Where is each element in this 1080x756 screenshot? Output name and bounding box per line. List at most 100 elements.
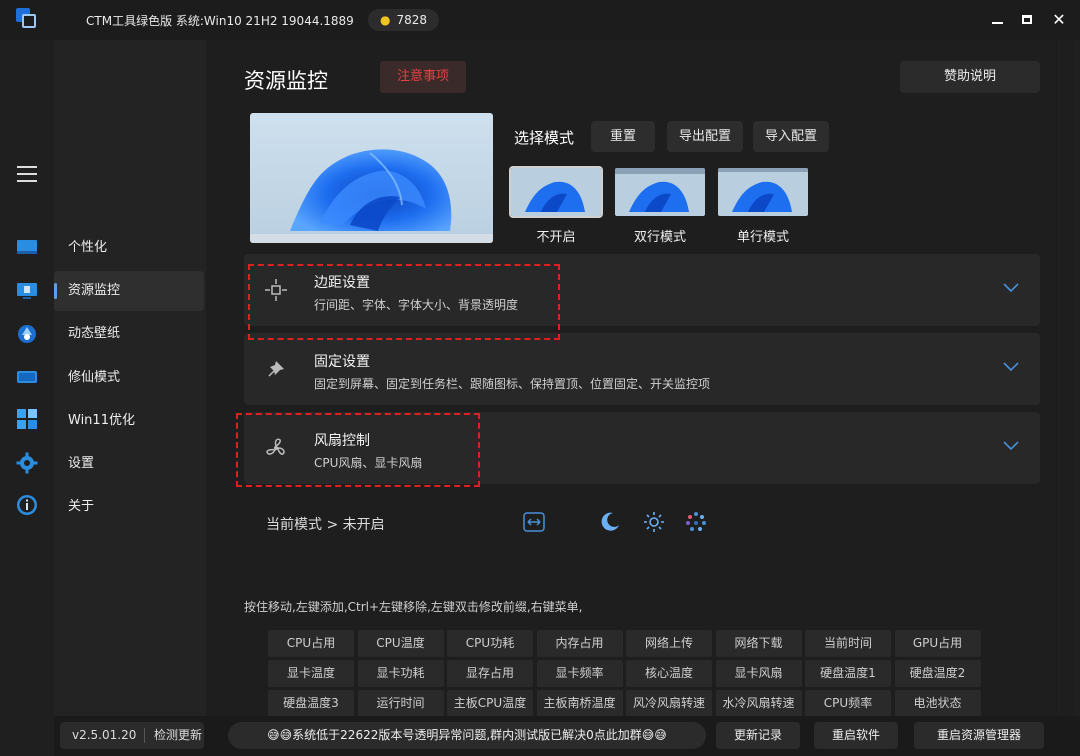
chevron-down-icon[interactable] [1002,282,1020,294]
personalize-icon[interactable] [16,236,38,258]
monitor-icon[interactable] [16,280,38,302]
monitor-item-chip[interactable]: 核心温度 [626,660,712,687]
sidebar-nav: 个性化 资源监控 动态壁纸 修仙模式 Win11优化 设置 关于 [54,40,206,716]
monitor-item-chip[interactable]: 水冷风扇转速 [715,690,802,716]
maximize-icon [1022,14,1032,24]
margin-icon [265,279,287,301]
page-title: 资源监控 [244,69,328,93]
sidebar-item-resource-monitor[interactable]: 资源监控 [54,271,204,311]
usage-hint: 按住移动,左键添加,Ctrl+左键移除,左键双击修改前缀,右键菜单, [244,600,583,614]
title-badge: ● 7828 [368,9,440,31]
sidebar-item-about[interactable]: 关于 [54,487,204,527]
restart-explorer-button[interactable]: 重启资源管理器 [914,722,1044,749]
window-title: CTM工具绿色版 系统:Win10 21H2 19044.1889 [86,14,354,28]
panel-title: 固定设置 [314,354,370,370]
mode-caption-double-row: 双行模式 [633,230,686,245]
check-update-button[interactable]: 检测更新 [154,722,202,749]
version-label: v2.5.01.20 [72,728,137,742]
monitor-item-chip[interactable]: 电池状态 [894,690,981,716]
reset-button[interactable]: 重置 [591,121,655,152]
color-palette-icon[interactable] [684,510,708,534]
monitor-item-chip[interactable]: CPU功耗 [447,630,533,657]
close-button[interactable]: ✕ [1046,6,1072,32]
monitor-item-chip[interactable]: 内存占用 [536,630,623,657]
mode-thumb-single-row[interactable] [718,168,808,216]
sidebar-item-immortal-mode[interactable]: 修仙模式 [54,358,204,398]
main-content: 资源监控 注意事项 赞助说明 选择模式 重置 导出配置 导入配置 不开启 双行模… [206,40,1058,716]
version-box: v2.5.01.20 检测更新 [60,722,204,749]
monitor-item-chip[interactable]: 主板CPU温度 [447,690,533,716]
sidebar-item-personalize[interactable]: 个性化 [54,228,204,268]
margin-settings-panel[interactable]: 边距设置 行间距、字体、字体大小、背景透明度 [244,254,1040,326]
bloom-wallpaper-image [290,149,452,231]
scrollbar[interactable] [1060,40,1074,716]
wallpaper-icon[interactable] [16,322,38,344]
settings-gear-icon[interactable] [16,452,38,474]
chevron-down-icon[interactable] [1002,361,1020,373]
monitor-item-chip[interactable]: 硬盘温度1 [805,660,891,687]
icon-rail [0,40,54,756]
monitor-item-chip[interactable]: CPU频率 [805,690,891,716]
group-notice-banner[interactable]: 😅😅系统低于22622版本号透明异常问题,群内测试版已解决0点此加群😅😅 [228,722,706,749]
expand-width-icon[interactable] [522,510,546,534]
monitor-item-chip[interactable]: 显存占用 [447,660,533,687]
monitor-item-chip[interactable]: 网络上传 [626,630,712,657]
chevron-down-icon[interactable] [1002,440,1020,452]
monitor-item-chip[interactable]: 网络下载 [715,630,802,657]
fan-icon [266,438,285,455]
monitor-item-chip[interactable]: 显卡频率 [536,660,623,687]
bottom-bar: v2.5.01.20 检测更新 😅😅系统低于22622版本号透明异常问题,群内测… [54,716,1080,756]
sidebar-item-dynamic-wallpaper[interactable]: 动态壁纸 [54,314,204,354]
minimize-icon [991,22,1003,24]
monitor-item-chip[interactable]: 硬盘温度2 [894,660,981,687]
current-mode-label: 当前模式 > 未开启 [266,517,385,533]
monitor-item-chip[interactable]: 风冷风扇转速 [626,690,712,716]
preview-taskbar [250,234,493,243]
close-icon: ✕ [1052,9,1066,29]
panel-subtitle: 行间距、字体、字体大小、背景透明度 [314,298,519,312]
update-log-button[interactable]: 更新记录 [716,722,800,749]
monitor-item-chip[interactable]: CPU占用 [268,630,354,657]
about-info-icon[interactable] [16,494,38,516]
panel-subtitle: 固定到屏幕、固定到任务栏、跟随图标、保持置顶、位置固定、开关监控项 [314,377,711,391]
restart-software-button[interactable]: 重启软件 [814,722,898,749]
monitor-item-chip[interactable]: 显卡风扇 [715,660,802,687]
notice-button[interactable]: 注意事项 [380,61,466,93]
light-mode-sun-icon[interactable] [642,510,666,534]
monitor-item-chip[interactable]: 运行时间 [357,690,444,716]
title-badge-value: 7828 [396,13,428,27]
mode-caption-single-row: 单行模式 [736,230,789,245]
dark-mode-moon-icon[interactable] [598,510,622,534]
mode-thumb-double-row[interactable] [615,168,705,216]
monitor-item-chip[interactable]: 主板南桥温度 [536,690,623,716]
monitor-item-chip[interactable]: 显卡功耗 [357,660,444,687]
export-config-button[interactable]: 导出配置 [667,121,743,152]
wallpaper-preview [250,113,493,243]
monitor-item-chip[interactable]: 硬盘温度3 [268,690,354,716]
sidebar-item-settings[interactable]: 设置 [54,444,204,484]
mode-select-label: 选择模式 [514,129,575,147]
pin-icon [268,361,284,377]
mode-caption-off: 不开启 [536,230,576,245]
monitor-item-chip[interactable]: 显卡温度 [268,660,354,687]
pin-settings-panel[interactable]: 固定设置 固定到屏幕、固定到任务栏、跟随图标、保持置顶、位置固定、开关监控项 [244,333,1040,405]
monitor-item-chip[interactable]: GPU占用 [894,630,981,657]
sponsor-info-button[interactable]: 赞助说明 [900,61,1040,93]
sidebar-item-win11-optimize[interactable]: Win11优化 [54,401,204,441]
monitor-item-chip[interactable]: CPU温度 [357,630,444,657]
import-config-button[interactable]: 导入配置 [753,121,829,152]
monitor-item-chip[interactable]: 当前时间 [805,630,891,657]
fan-control-panel[interactable]: 风扇控制 CPU风扇、显卡风扇 [244,412,1040,484]
mode-thumb-off[interactable] [509,166,603,218]
app-logo-icon [16,8,38,30]
maximize-button[interactable] [1014,6,1040,32]
hamburger-menu-icon[interactable] [17,166,37,182]
panel-title: 风扇控制 [314,433,370,449]
title-bar: CTM工具绿色版 系统:Win10 21H2 19044.1889 ● 7828 … [0,0,1080,40]
immortal-mode-icon[interactable] [16,366,38,388]
dot-icon: ● [380,13,391,27]
win11-optimize-icon[interactable] [16,408,38,430]
panel-subtitle: CPU风扇、显卡风扇 [314,456,423,470]
minimize-button[interactable] [984,6,1010,32]
panel-title: 边距设置 [314,275,370,291]
